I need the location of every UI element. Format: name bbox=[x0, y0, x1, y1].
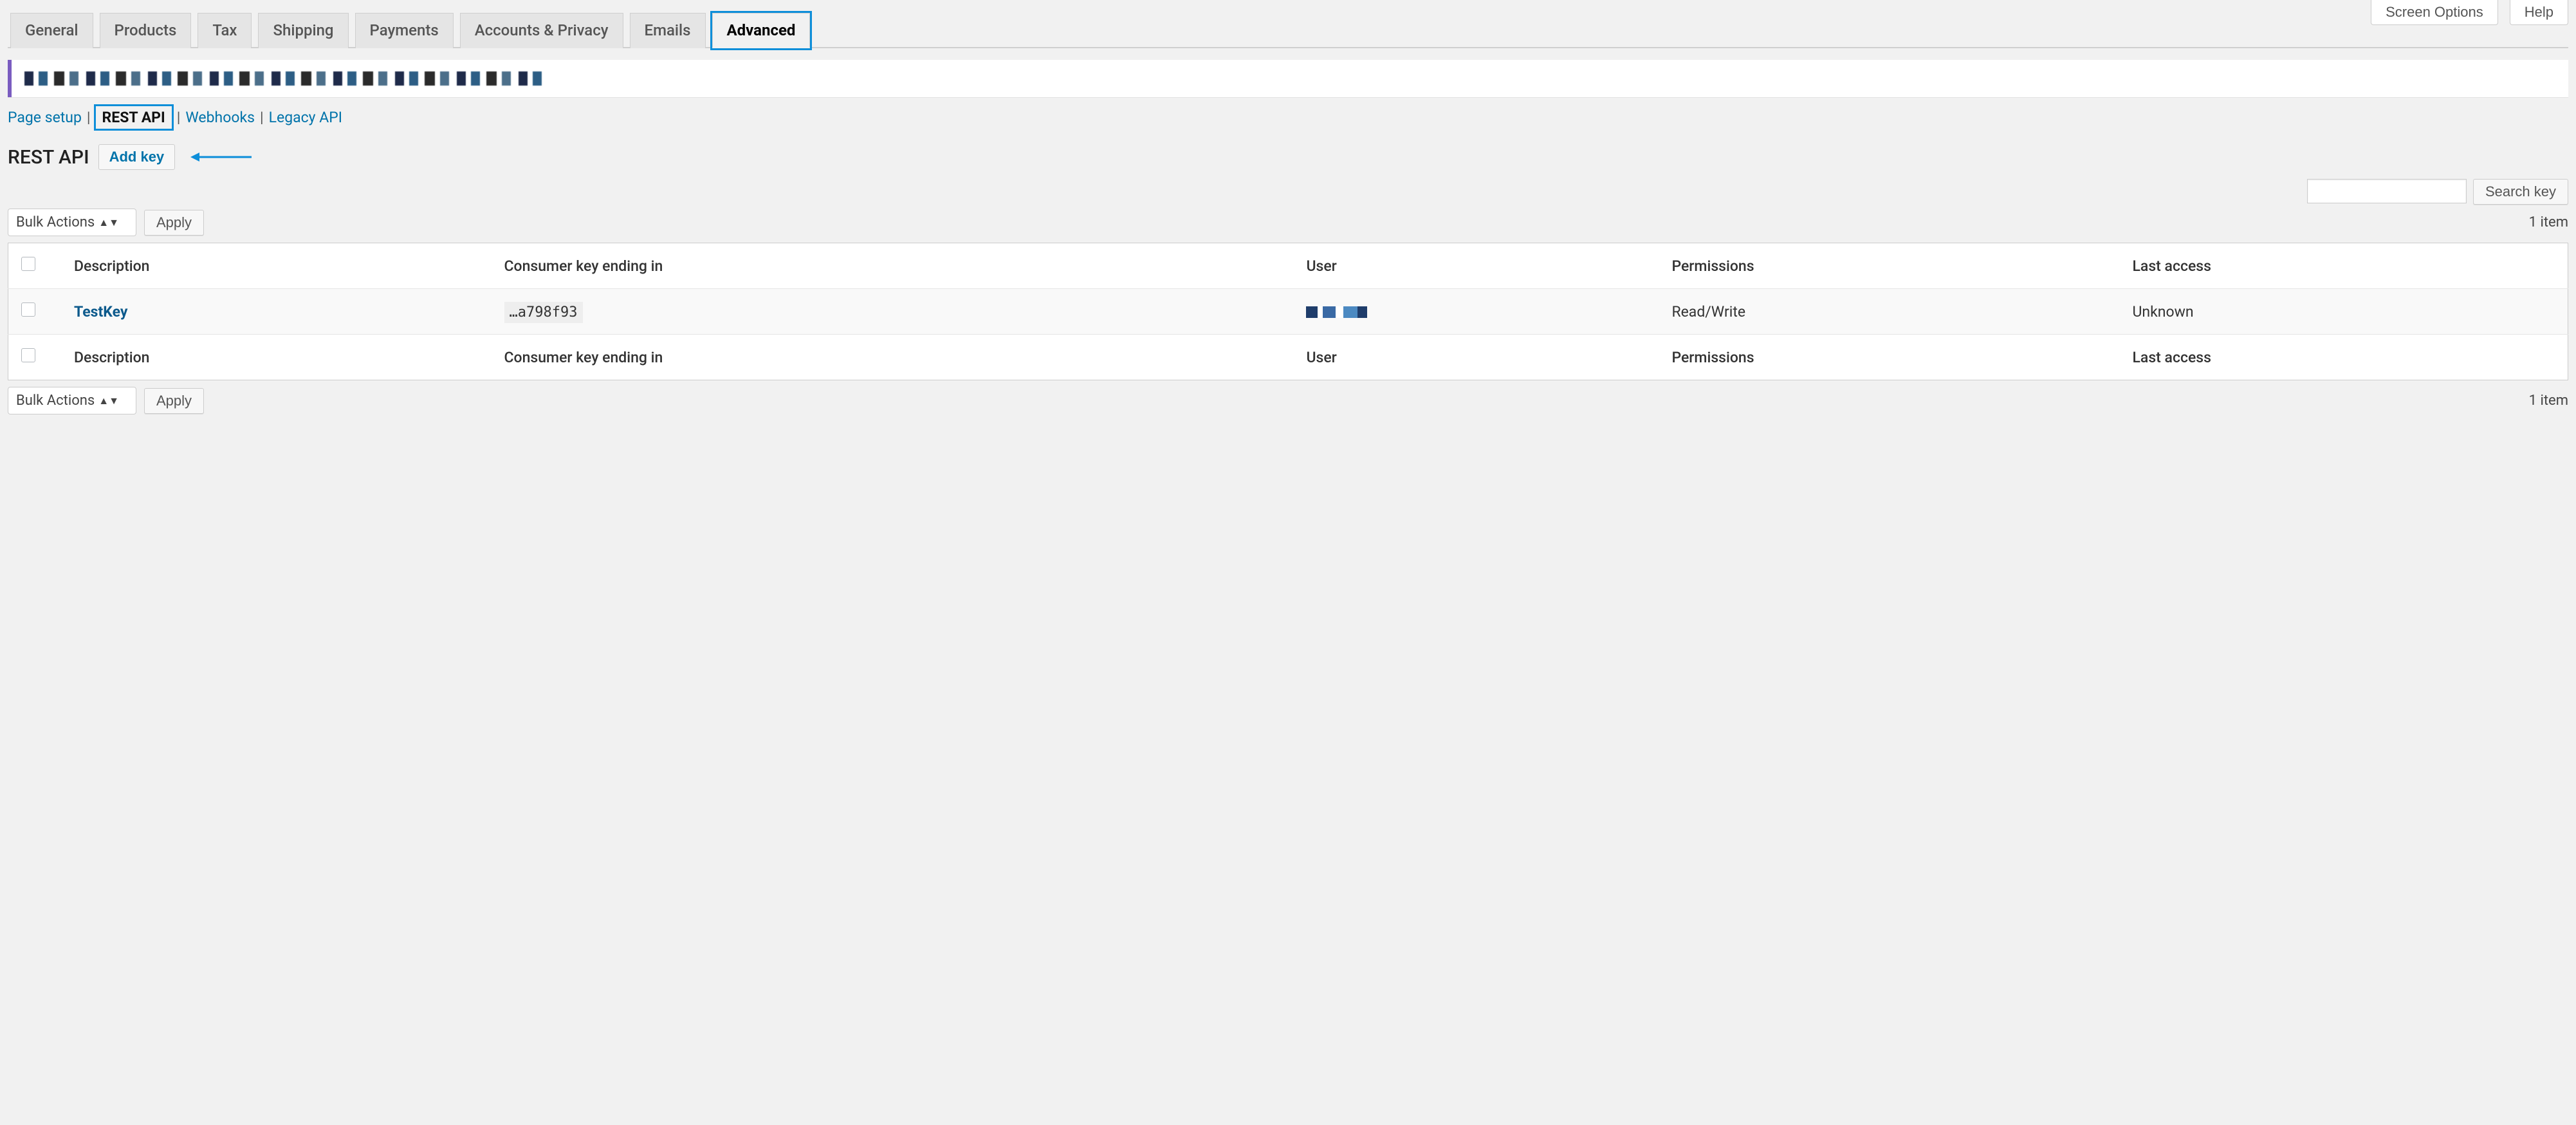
admin-notice bbox=[8, 60, 2568, 97]
tab-shipping[interactable]: Shipping bbox=[258, 13, 348, 48]
tab-tax[interactable]: Tax bbox=[198, 13, 252, 48]
bulk-actions-select[interactable]: Bulk Actions ▲▼ bbox=[8, 209, 136, 236]
page-title: REST API bbox=[8, 146, 89, 169]
col-permissions[interactable]: Permissions bbox=[1661, 335, 2122, 380]
settings-tab-bar: General Products Tax Shipping Payments A… bbox=[8, 12, 2568, 48]
tab-emails[interactable]: Emails bbox=[630, 13, 706, 48]
col-description[interactable]: Description bbox=[64, 335, 494, 380]
col-last-access[interactable]: Last access bbox=[2122, 243, 2568, 289]
subtab-webhooks[interactable]: Webhooks bbox=[185, 109, 255, 126]
screen-options-button[interactable]: Screen Options bbox=[2371, 0, 2498, 25]
search-keys-input[interactable] bbox=[2307, 179, 2467, 203]
row-key-ending: …a798f93 bbox=[504, 302, 583, 323]
bulk-actions-select-bottom[interactable]: Bulk Actions ▲▼ bbox=[8, 387, 136, 414]
col-last-access[interactable]: Last access bbox=[2122, 335, 2568, 380]
subtab-page-setup[interactable]: Page setup bbox=[8, 109, 82, 126]
col-consumer-key[interactable]: Consumer key ending in bbox=[494, 243, 1296, 289]
add-key-button[interactable]: Add key bbox=[98, 144, 176, 170]
row-permissions: Read/Write bbox=[1661, 289, 2122, 335]
api-keys-table: Description Consumer key ending in User … bbox=[8, 243, 2568, 380]
select-all-checkbox-bottom[interactable] bbox=[21, 348, 35, 362]
chevron-sort-icon: ▲▼ bbox=[98, 396, 119, 406]
tab-advanced[interactable]: Advanced bbox=[712, 13, 811, 48]
separator: | bbox=[260, 109, 264, 126]
tab-products[interactable]: Products bbox=[100, 13, 192, 48]
annotation-arrow-icon bbox=[190, 150, 252, 164]
advanced-sub-tabs: Page setup | REST API | Webhooks | Legac… bbox=[8, 106, 2568, 129]
apply-bulk-button[interactable]: Apply bbox=[144, 210, 204, 236]
tab-payments[interactable]: Payments bbox=[355, 13, 454, 48]
notice-text-redacted bbox=[24, 71, 546, 86]
col-permissions[interactable]: Permissions bbox=[1661, 243, 2122, 289]
help-button[interactable]: Help bbox=[2510, 0, 2568, 25]
select-all-checkbox[interactable] bbox=[21, 257, 35, 271]
col-user[interactable]: User bbox=[1296, 335, 1661, 380]
row-description-link[interactable]: TestKey bbox=[74, 303, 127, 321]
col-consumer-key[interactable]: Consumer key ending in bbox=[494, 335, 1296, 380]
row-user bbox=[1296, 289, 1661, 335]
tab-general[interactable]: General bbox=[10, 13, 93, 48]
col-description[interactable]: Description bbox=[64, 243, 494, 289]
apply-bulk-button-bottom[interactable]: Apply bbox=[144, 388, 204, 414]
subtab-rest-api[interactable]: REST API bbox=[96, 106, 172, 129]
search-key-button[interactable]: Search key bbox=[2473, 179, 2568, 205]
chevron-sort-icon: ▲▼ bbox=[98, 218, 119, 228]
separator: | bbox=[177, 109, 181, 126]
bulk-actions-label: Bulk Actions bbox=[16, 214, 95, 230]
row-last-access: Unknown bbox=[2122, 289, 2568, 335]
item-count: 1 item bbox=[2529, 214, 2568, 230]
col-user[interactable]: User bbox=[1296, 243, 1661, 289]
table-row: TestKey …a798f93 Read/Write Unknown bbox=[8, 289, 2568, 335]
row-checkbox[interactable] bbox=[21, 302, 35, 317]
bulk-actions-label: Bulk Actions bbox=[16, 393, 95, 409]
separator: | bbox=[87, 109, 91, 126]
item-count-bottom: 1 item bbox=[2529, 393, 2568, 409]
subtab-legacy-api[interactable]: Legacy API bbox=[269, 109, 342, 126]
tab-accounts-privacy[interactable]: Accounts & Privacy bbox=[460, 13, 623, 48]
